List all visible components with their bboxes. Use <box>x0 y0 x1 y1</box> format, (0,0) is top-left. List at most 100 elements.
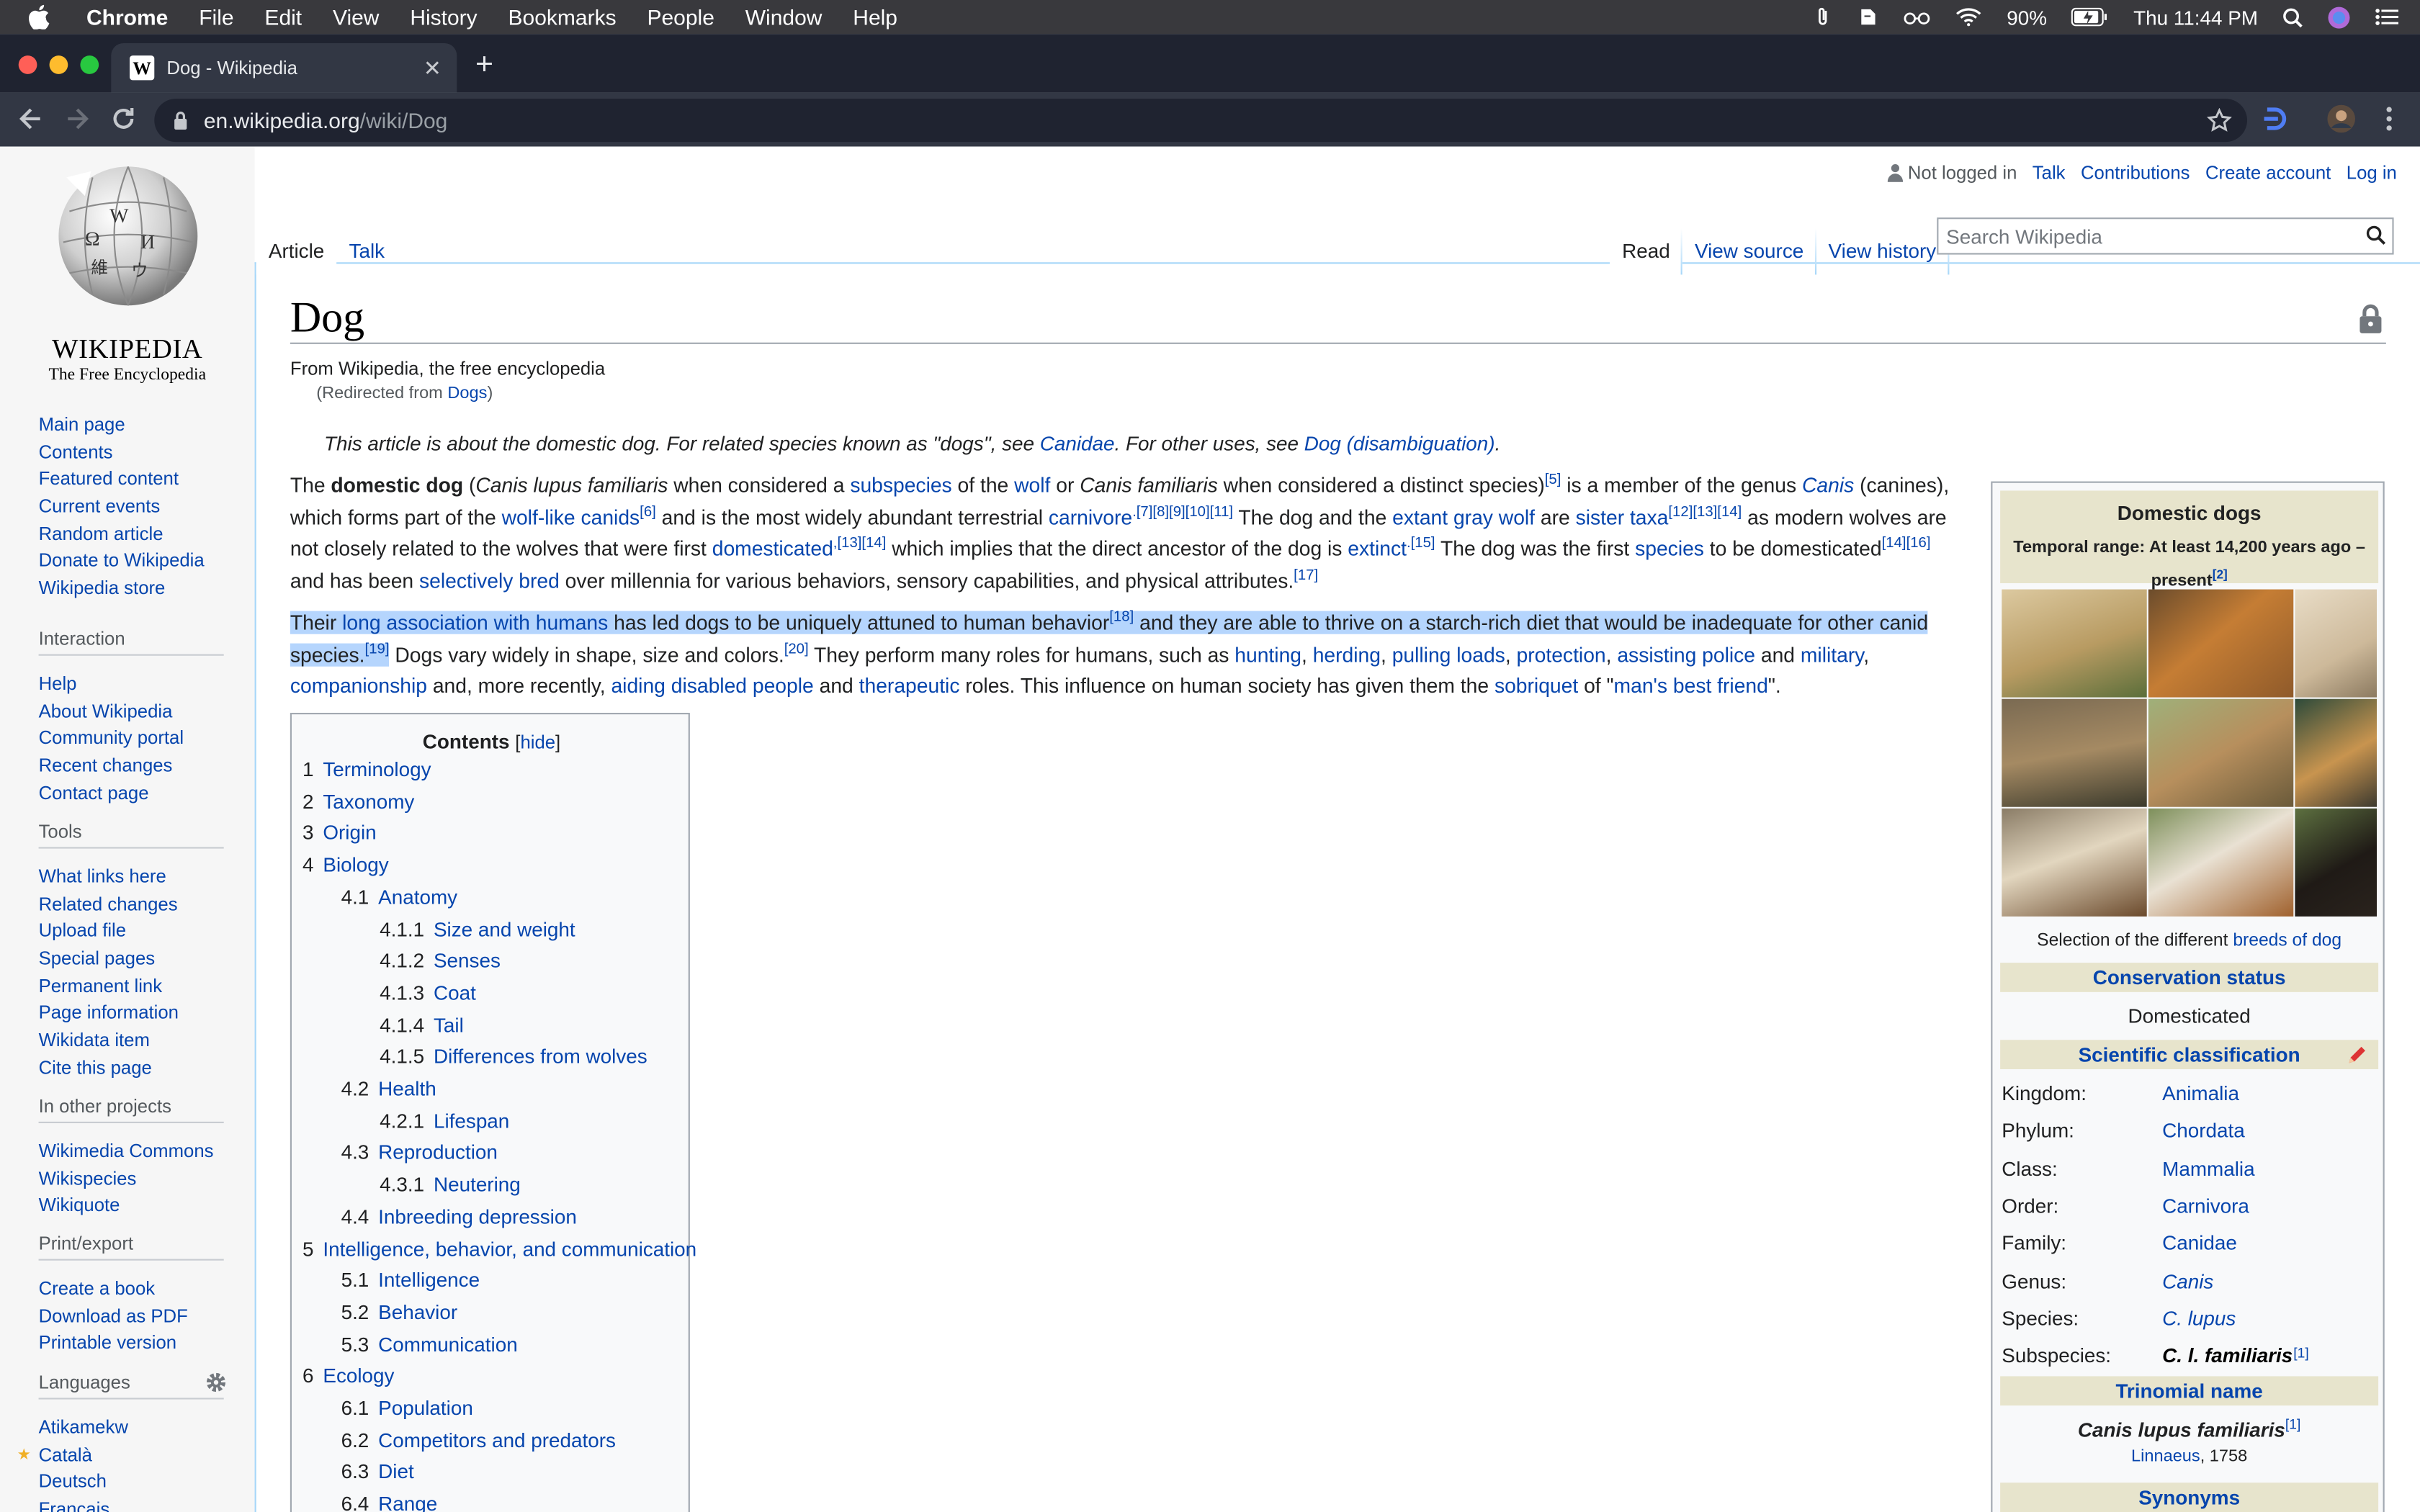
sidebar-item-about[interactable]: About Wikipedia <box>39 700 173 721</box>
citation-link[interactable]: [12][13][14] <box>1668 503 1742 521</box>
toc-item[interactable]: 5 Intelligence, behavior, and communicati… <box>302 1237 696 1260</box>
toc-item[interactable]: 4.1.4 Tail <box>380 1013 464 1036</box>
classification-value[interactable]: Animalia <box>2162 1079 2239 1110</box>
tab-view-history[interactable]: View history <box>1816 228 1949 275</box>
paperclip-icon[interactable] <box>1814 6 1832 28</box>
toc-item-link[interactable]: Inbreeding depression <box>378 1205 577 1228</box>
toc-item-link[interactable]: Lifespan <box>434 1109 509 1132</box>
sidebar-lang-catala[interactable]: Català <box>39 1444 92 1465</box>
sidebar-item-wikispecies[interactable]: Wikispecies <box>39 1167 137 1189</box>
link-herding[interactable]: herding <box>1313 643 1381 666</box>
citation-link[interactable]: ,[13][14] <box>833 535 887 552</box>
toc-item[interactable]: 5.1 Intelligence <box>341 1269 480 1292</box>
browser-tab-active[interactable]: W Dog - Wikipedia ✕ <box>111 43 457 93</box>
apple-icon[interactable] <box>28 4 50 30</box>
tab-view-source[interactable]: View source <box>1682 228 1816 275</box>
toc-item[interactable]: 6.1 Population <box>341 1396 473 1419</box>
menubar-clock[interactable]: Thu 11:44 PM <box>2133 6 2258 29</box>
sidebar-item-what-links-here[interactable]: What links here <box>39 865 166 887</box>
toc-item[interactable]: 4.1 Anatomy <box>341 886 458 909</box>
toc-item-link[interactable]: Origin <box>323 822 376 845</box>
toc-item[interactable]: 4.1.3 Coat <box>380 981 476 1004</box>
link-species[interactable]: species <box>1635 537 1704 560</box>
toc-item-link[interactable]: Population <box>378 1396 473 1419</box>
spotlight-search-icon[interactable] <box>2282 7 2303 27</box>
sidebar-item-wikimedia-commons[interactable]: Wikimedia Commons <box>39 1140 214 1162</box>
chrome-menu-kebab-icon[interactable] <box>2374 104 2405 135</box>
menubar-edit[interactable]: Edit <box>264 4 302 29</box>
link-subspecies[interactable]: subspecies <box>850 474 951 497</box>
hatnote-disambiguation-link[interactable]: Dog (disambiguation) <box>1304 432 1495 455</box>
sidebar-item-wikidata-item[interactable]: Wikidata item <box>39 1030 150 1051</box>
toc-item-link[interactable]: Diet <box>378 1460 414 1483</box>
tab-read[interactable]: Read <box>1610 228 1682 275</box>
sidebar-item-upload-file[interactable]: Upload file <box>39 920 127 942</box>
toc-item[interactable]: 6 Ecology <box>302 1364 394 1387</box>
notification-center-icon[interactable] <box>2375 8 2398 27</box>
link-carnivore[interactable]: carnivore <box>1049 505 1132 528</box>
citation-link[interactable]: [19] <box>365 641 390 658</box>
link-canis[interactable]: Canis <box>1802 474 1854 497</box>
wiki-search-input[interactable] <box>1938 219 2348 253</box>
toc-item[interactable]: 1 Terminology <box>302 757 431 780</box>
link-extant-gray-wolf[interactable]: extant gray wolf <box>1392 505 1535 528</box>
sidebar-item-special-pages[interactable]: Special pages <box>39 948 156 969</box>
link-assisting-police[interactable]: assisting police <box>1617 643 1755 666</box>
wikipedia-logo[interactable]: W Ω И 維 ウ Wikipedia The Free Encyclopedi… <box>39 165 216 384</box>
window-zoom-button[interactable] <box>80 55 99 74</box>
linnaeus-link[interactable]: Linnaeus <box>2131 1447 2200 1466</box>
menubar-people[interactable]: People <box>647 4 714 29</box>
link-companionship[interactable]: companionship <box>290 675 427 698</box>
sidebar-item-contents[interactable]: Contents <box>39 441 113 462</box>
menubar-help[interactable]: Help <box>853 4 897 29</box>
toc-item[interactable]: 6.4 Range <box>341 1492 438 1512</box>
sidebar-item-printable-version[interactable]: Printable version <box>39 1332 177 1354</box>
toc-item-link[interactable]: Communication <box>378 1333 518 1356</box>
wikipedia-globe-icon[interactable]: W Ω И 維 ウ <box>39 165 216 327</box>
citation-link[interactable]: .[15] <box>1407 535 1435 552</box>
sidebar-item-download-pdf[interactable]: Download as PDF <box>39 1305 188 1326</box>
sidebar-item-current-events[interactable]: Current events <box>39 495 161 517</box>
sidebar-item-main-page[interactable]: Main page <box>39 413 125 435</box>
link-therapeutic[interactable]: therapeutic <box>859 675 960 698</box>
citation-link[interactable]: [18] <box>1109 609 1134 626</box>
citation-link[interactable]: [20] <box>784 641 809 658</box>
tab-talk[interactable]: Talk <box>336 228 397 274</box>
reload-icon[interactable] <box>108 104 139 135</box>
toc-hide-toggle[interactable]: hide <box>520 732 555 753</box>
toc-item[interactable]: 4.4 Inbreeding depression <box>341 1205 577 1228</box>
toc-item[interactable]: 4.2.1 Lifespan <box>380 1109 509 1132</box>
link-pulling-loads[interactable]: pulling loads <box>1392 643 1505 666</box>
breeds-of-dog-link[interactable]: breeds of dog <box>2233 932 2341 950</box>
toc-item-link[interactable]: Biology <box>323 853 388 876</box>
sidebar-item-donate[interactable]: Donate to Wikipedia <box>39 550 205 572</box>
sidebar-lang-francais[interactable]: Français <box>39 1498 110 1512</box>
edit-pencil-icon[interactable] <box>2346 1045 2367 1066</box>
toc-item-link[interactable]: Behavior <box>378 1300 457 1323</box>
citation-link[interactable]: [1] <box>2293 1346 2308 1361</box>
forward-arrow-icon[interactable] <box>62 104 93 135</box>
toc-item-link[interactable]: Reproduction <box>378 1140 498 1164</box>
link-long-association[interactable]: long association with humans <box>342 611 608 634</box>
toc-item[interactable]: 4.1.2 Senses <box>380 949 501 972</box>
synonyms-heading[interactable]: Synonyms <box>2000 1482 2379 1512</box>
menubar-bookmarks[interactable]: Bookmarks <box>508 4 617 29</box>
link-wolf[interactable]: wolf <box>1014 474 1050 497</box>
new-tab-plus-icon[interactable]: + <box>475 46 493 83</box>
toc-item[interactable]: 5.2 Behavior <box>341 1300 458 1323</box>
link-military[interactable]: military <box>1801 643 1863 666</box>
search-icon[interactable] <box>2366 225 2386 246</box>
classification-value[interactable]: Canis <box>2162 1266 2213 1297</box>
link-mans-best-friend[interactable]: man's best friend <box>1614 675 1768 698</box>
lock-icon[interactable] <box>173 111 188 130</box>
menubar-file[interactable]: File <box>199 4 233 29</box>
window-close-button[interactable] <box>18 55 37 74</box>
conservation-status-heading[interactable]: Conservation status <box>2000 963 2379 992</box>
battery-icon[interactable] <box>2071 7 2108 27</box>
classification-value[interactable]: Carnivora <box>2162 1191 2249 1222</box>
citation-link[interactable]: [5] <box>1545 472 1561 489</box>
profile-avatar[interactable] <box>2326 104 2357 135</box>
toc-item[interactable]: 4.3 Reproduction <box>341 1140 498 1164</box>
siri-icon[interactable] <box>2327 6 2350 29</box>
toc-item[interactable]: 4.1.5 Differences from wolves <box>380 1045 647 1068</box>
